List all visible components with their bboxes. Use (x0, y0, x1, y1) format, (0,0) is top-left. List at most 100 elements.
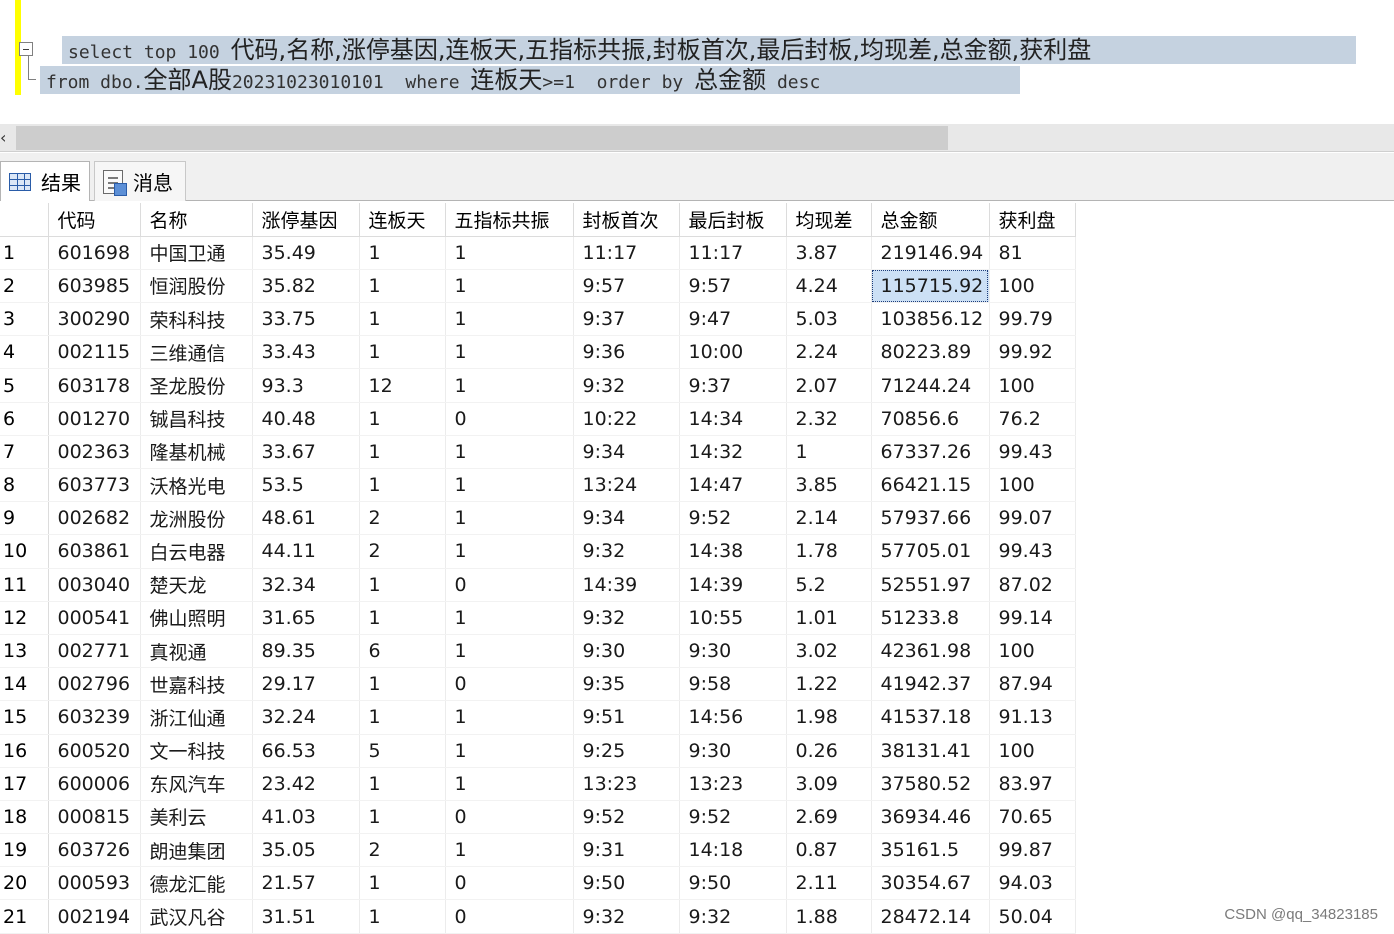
grid-cell[interactable]: 铖昌科技 (140, 402, 253, 436)
grid-cell[interactable]: 44.11 (252, 534, 360, 569)
column-header[interactable]: 均现差 (786, 203, 872, 237)
grid-cell[interactable]: 41942.37 (871, 667, 990, 702)
column-header[interactable]: 封板首次 (573, 203, 680, 237)
grid-cell[interactable]: 30354.67 (871, 866, 990, 901)
table-row[interactable]: 13 002771 真视通 89.35 6 1 9:30 9:30 3.02 42361.98 10… (0, 634, 1076, 669)
grid-cell[interactable]: 33.67 (252, 435, 360, 470)
grid-cell[interactable]: 603985 (48, 269, 141, 304)
grid-cell[interactable]: 1 (359, 700, 446, 735)
column-header[interactable]: 代码 (48, 203, 141, 237)
grid-cell[interactable]: 87.02 (989, 568, 1076, 602)
grid-cell[interactable]: 100 (989, 468, 1076, 503)
grid-cell[interactable]: 1 (445, 601, 574, 635)
grid-cell[interactable]: 文一科技 (140, 734, 253, 768)
grid-cell[interactable]: 1 (445, 700, 574, 735)
grid-cell[interactable]: 荣科科技 (140, 302, 253, 337)
row-number[interactable]: 15 (0, 700, 49, 735)
grid-cell[interactable]: 35.82 (252, 269, 360, 304)
grid-cell[interactable]: 0 (445, 667, 574, 702)
grid-cell[interactable]: 龙洲股份 (140, 501, 253, 536)
row-number[interactable]: 19 (0, 833, 49, 868)
grid-cell[interactable]: 1 (445, 335, 574, 370)
grid-cell[interactable]: 9:37 (573, 302, 680, 337)
grid-cell[interactable]: 1 (445, 269, 574, 304)
grid-cell[interactable]: 9:50 (573, 866, 680, 901)
grid-cell[interactable]: 9:58 (679, 667, 787, 702)
grid-cell[interactable]: 100 (989, 734, 1076, 768)
grid-cell[interactable]: 圣龙股份 (140, 368, 253, 403)
grid-cell[interactable]: 71244.24 (871, 368, 990, 403)
grid-cell[interactable]: 9:47 (679, 302, 787, 337)
grid-cell[interactable]: 603178 (48, 368, 141, 403)
grid-cell[interactable]: 9:31 (573, 833, 680, 868)
table-row[interactable]: 12 000541 佛山照明 31.65 1 1 9:32 10:55 1.01 51233.8 9… (0, 601, 1076, 635)
sql-editor[interactable]: select top 100 代码,名称,涨停基因,连板天,五指标共振,封板首次… (0, 0, 1394, 124)
row-number[interactable]: 4 (0, 335, 49, 370)
grid-cell[interactable]: 白云电器 (140, 534, 253, 569)
table-row[interactable]: 8 603773 沃格光电 53.5 1 1 13:24 14:47 3.85 66421.15 1… (0, 468, 1076, 503)
grid-cell[interactable]: 100 (989, 269, 1076, 304)
grid-cell[interactable]: 佛山照明 (140, 601, 253, 635)
table-row[interactable]: 14 002796 世嘉科技 29.17 1 0 9:35 9:58 1.22 41942.37 8… (0, 667, 1076, 702)
sql-line-1[interactable]: select top 100 代码,名称,涨停基因,连板天,五指标共振,封板首次… (62, 36, 1356, 64)
row-number[interactable]: 16 (0, 734, 49, 768)
grid-cell[interactable]: 9:57 (679, 269, 787, 304)
grid-cell[interactable]: 5.2 (786, 568, 872, 602)
row-number[interactable]: 11 (0, 568, 49, 602)
grid-cell[interactable]: 10:55 (679, 601, 787, 635)
tab-results[interactable]: 结果 (0, 161, 90, 201)
grid-cell[interactable]: 9:34 (573, 435, 680, 470)
grid-cell[interactable]: 52551.97 (871, 568, 990, 602)
grid-cell[interactable]: 14:32 (679, 435, 787, 470)
grid-cell[interactable]: 美利云 (140, 800, 253, 835)
grid-cell[interactable]: 沃格光电 (140, 468, 253, 503)
grid-cell[interactable]: 14:34 (679, 402, 787, 436)
grid-cell[interactable]: 28472.14 (871, 899, 990, 934)
grid-cell[interactable]: 70856.6 (871, 402, 990, 436)
grid-cell[interactable]: 9:37 (679, 368, 787, 403)
grid-cell[interactable]: 219146.94 (871, 236, 990, 270)
grid-cell[interactable]: 浙江仙通 (140, 700, 253, 735)
grid-cell[interactable]: 67337.26 (871, 435, 990, 470)
grid-cell[interactable]: 1 (445, 767, 574, 801)
row-number[interactable]: 2 (0, 269, 49, 304)
grid-cell[interactable]: 14:18 (679, 833, 787, 868)
grid-cell[interactable]: 89.35 (252, 634, 360, 669)
grid-cell[interactable]: 31.51 (252, 899, 360, 934)
grid-cell[interactable]: 1 (445, 236, 574, 270)
grid-cell[interactable]: 东风汽车 (140, 767, 253, 801)
grid-cell[interactable]: 94.03 (989, 866, 1076, 901)
sql-line-2[interactable]: from dbo.全部A股20231023010101 where 连板天>=1… (40, 66, 1020, 94)
row-number[interactable]: 18 (0, 800, 49, 835)
grid-cell[interactable]: 1 (445, 468, 574, 503)
grid-cell[interactable]: 80223.89 (871, 335, 990, 370)
grid-cell[interactable]: 楚天龙 (140, 568, 253, 602)
grid-cell[interactable]: 2.11 (786, 866, 872, 901)
grid-cell[interactable]: 002115 (48, 335, 141, 370)
grid-body[interactable]: 1 601698 中国卫通 35.49 1 1 11:17 11:17 3.87 219146.9… (0, 236, 1076, 934)
table-row[interactable]: 3 300290 荣科科技 33.75 1 1 9:37 9:47 5.03 103856.12 9… (0, 302, 1076, 337)
grid-cell[interactable]: 1 (359, 435, 446, 470)
grid-cell[interactable]: 9:50 (679, 866, 787, 901)
grid-cell[interactable]: 1.01 (786, 601, 872, 635)
grid-cell[interactable]: 000815 (48, 800, 141, 835)
grid-cell[interactable]: 1 (786, 435, 872, 470)
grid-cell[interactable]: 13:23 (679, 767, 787, 801)
grid-cell[interactable]: 9:52 (573, 800, 680, 835)
grid-cell[interactable]: 38131.41 (871, 734, 990, 768)
grid-cell[interactable]: 10:00 (679, 335, 787, 370)
grid-cell[interactable]: 1 (445, 734, 574, 768)
grid-cell[interactable]: 9:32 (573, 899, 680, 934)
column-header[interactable]: 获利盘 (989, 203, 1076, 237)
grid-cell[interactable]: 2.14 (786, 501, 872, 536)
grid-cell[interactable]: 9:32 (679, 899, 787, 934)
grid-cell[interactable]: 3.09 (786, 767, 872, 801)
grid-cell[interactable]: 1.22 (786, 667, 872, 702)
grid-cell[interactable]: 32.24 (252, 700, 360, 735)
grid-cell[interactable]: 9:32 (573, 368, 680, 403)
horizontal-scrollbar[interactable]: ‹ (0, 124, 1394, 152)
grid-cell[interactable]: 11:17 (679, 236, 787, 270)
scroll-left-icon[interactable]: ‹ (0, 126, 12, 150)
grid-cell[interactable]: 0 (445, 899, 574, 934)
grid-cell[interactable]: 三维通信 (140, 335, 253, 370)
